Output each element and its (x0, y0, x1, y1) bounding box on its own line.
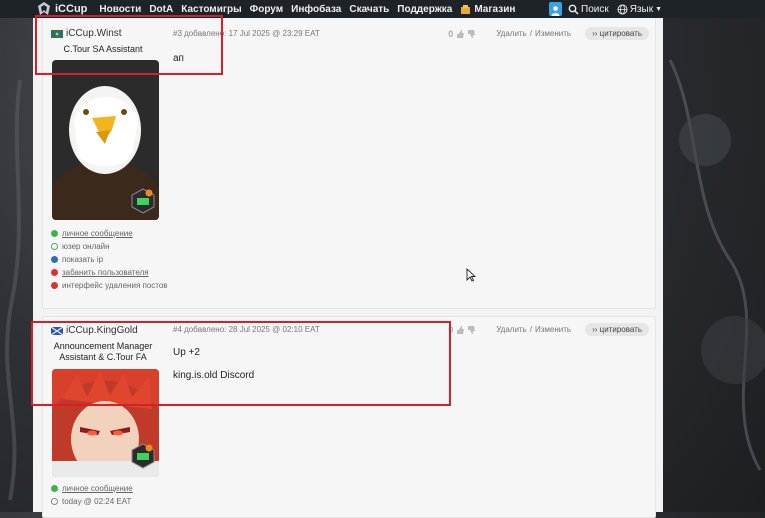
nav-infobase[interactable]: Инфобаза (291, 4, 341, 15)
user-actions: личное сообщение юзер онлайн показать ip… (51, 227, 168, 292)
search-icon (568, 4, 579, 15)
avatar[interactable] (52, 60, 159, 220)
delete-icon (51, 282, 58, 289)
highlight-box (35, 15, 223, 75)
show-ip-link[interactable]: показать ip (51, 253, 168, 266)
nav-dota[interactable]: DotA (149, 4, 173, 15)
logo-text: iCCup (55, 3, 88, 15)
nav-download[interactable]: Скачать (349, 4, 389, 15)
post-tools: 0 Удалить / Изменить ›› цитировать (448, 323, 649, 336)
nav-forum[interactable]: Форум (250, 4, 283, 15)
shop-icon (461, 4, 471, 14)
separator: / (529, 325, 532, 334)
ip-icon (51, 256, 58, 263)
separator: / (529, 29, 532, 38)
highlight-box (31, 321, 451, 406)
forum-thread-panel: iCCup.Winst C.Tour SA Assistant личное с… (33, 18, 663, 518)
user-profile-button[interactable] (549, 2, 562, 16)
search-button[interactable]: Поиск (568, 4, 609, 15)
nav-news[interactable]: Новости (99, 4, 141, 15)
thumbs-up-icon[interactable] (456, 29, 465, 38)
thumbs-down-icon[interactable] (467, 325, 476, 334)
clock-icon (51, 498, 58, 505)
rank-badge-icon (131, 443, 155, 469)
post-tools: 0 Удалить / Изменить ›› цитировать (448, 27, 649, 40)
thumbs-up-icon[interactable] (456, 325, 465, 334)
quote-button[interactable]: ›› цитировать (585, 27, 649, 40)
thumbs-down-icon[interactable] (467, 29, 476, 38)
mouse-cursor-icon (466, 268, 476, 282)
globe-icon (617, 4, 628, 14)
private-message-link[interactable]: личное сообщение (51, 482, 133, 495)
nav-custom-games[interactable]: Кастомигры (181, 4, 241, 15)
search-label: Поиск (581, 3, 609, 15)
message-icon (51, 485, 58, 492)
online-icon (51, 243, 58, 250)
nav-support[interactable]: Поддержка (397, 4, 452, 15)
rank-badge-icon (131, 188, 155, 214)
nav-shop[interactable]: Магазин (460, 4, 515, 15)
user-icon (551, 6, 560, 16)
ban-user-link[interactable]: забанить пользователя (51, 266, 168, 279)
chevron-down-icon: ▼ (655, 5, 663, 13)
language-dropdown[interactable]: Язык ▼ (617, 4, 662, 15)
post-score: 0 (448, 28, 454, 39)
ban-icon (51, 269, 58, 276)
private-message-link[interactable]: личное сообщение (51, 227, 168, 240)
user-actions: личное сообщение today @ 02:24 EAT (51, 482, 133, 508)
nav-shop-label: Магазин (474, 3, 516, 15)
delete-post-link[interactable]: Удалить (496, 325, 527, 334)
message-icon (51, 230, 58, 237)
quote-button[interactable]: ›› цитировать (585, 323, 649, 336)
edit-post-link[interactable]: Изменить (535, 325, 571, 334)
post-delete-interface-link[interactable]: интерфейс удаления постов (51, 279, 168, 292)
edit-post-link[interactable]: Изменить (535, 29, 571, 38)
language-label: Язык (629, 3, 654, 15)
last-seen-status: today @ 02:24 EAT (51, 495, 133, 508)
delete-post-link[interactable]: Удалить (496, 29, 527, 38)
user-online-status: юзер онлайн (51, 240, 168, 253)
